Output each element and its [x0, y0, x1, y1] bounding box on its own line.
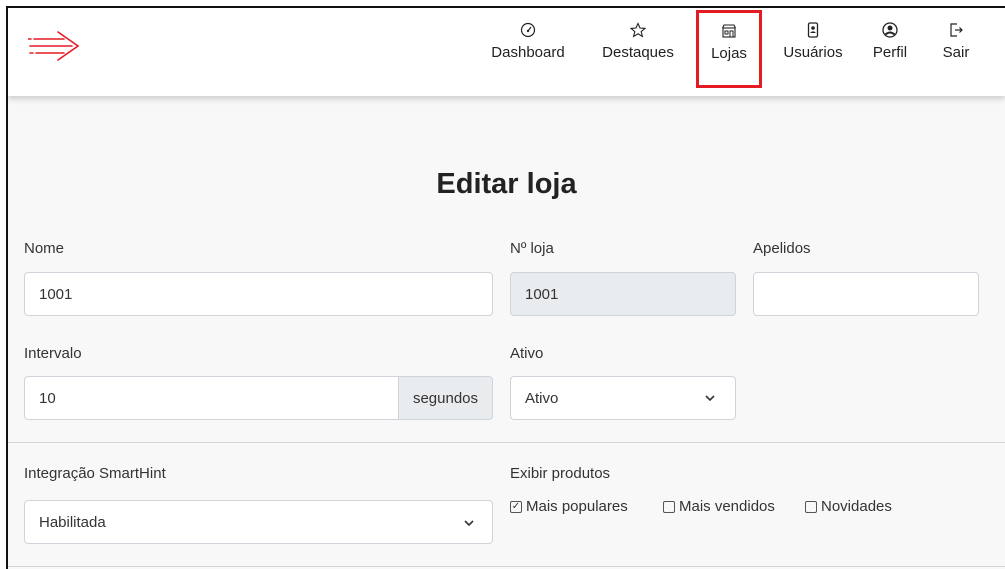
checkbox-checked-icon: ✓	[510, 500, 522, 513]
nav-label: Sair	[942, 44, 970, 61]
app-window: Dashboard Destaques Lojas Usuários Perfi…	[6, 6, 1005, 569]
ativo-select-value: Ativo	[525, 389, 559, 407]
main-content: Editar loja Nome 1001 Nº loja 1001 Apeli…	[8, 96, 1005, 569]
intervalo-label: Intervalo	[24, 345, 82, 362]
nav-destaques[interactable]: Destaques	[598, 22, 678, 62]
chevron-down-icon	[464, 520, 474, 527]
checkbox-mais-vendidos[interactable]: Mais vendidos	[663, 498, 775, 515]
smarthint-select-value: Habilitada	[39, 513, 106, 531]
checkbox-label: Mais vendidos	[679, 498, 775, 515]
numero-loja-label: Nº loja	[510, 240, 554, 257]
smarthint-label: Integração SmartHint	[24, 465, 166, 482]
nav-label: Destaques	[602, 44, 674, 61]
apelidos-input[interactable]	[753, 272, 979, 316]
checkbox-label: Novidades	[821, 498, 892, 515]
gauge-icon	[520, 22, 536, 38]
apelidos-label: Apelidos	[753, 240, 811, 257]
checkbox-mais-populares[interactable]: ✓ Mais populares	[510, 498, 628, 515]
exibir-produtos-label: Exibir produtos	[510, 465, 611, 482]
user-circle-icon	[882, 22, 898, 38]
divider	[8, 442, 1005, 443]
phone-user-icon	[807, 22, 819, 38]
nav-label: Lojas	[711, 45, 747, 62]
nome-input[interactable]: 1001	[24, 272, 493, 316]
intervalo-input[interactable]: 10	[24, 376, 399, 420]
intervalo-suffix: segundos	[398, 376, 493, 420]
logout-icon	[950, 23, 963, 37]
ativo-select[interactable]: Ativo	[510, 376, 736, 420]
nav-lojas[interactable]: Lojas	[696, 10, 762, 88]
ativo-label: Ativo	[510, 345, 544, 362]
nav-label: Usuários	[783, 44, 843, 61]
checkbox-unchecked-icon	[663, 500, 675, 513]
nav-perfil[interactable]: Perfil	[865, 22, 915, 62]
divider	[8, 566, 1005, 567]
smarthint-select[interactable]: Habilitada	[24, 500, 493, 544]
nav-label: Perfil	[872, 44, 908, 61]
numero-loja-input: 1001	[510, 272, 736, 316]
chevron-down-icon	[705, 395, 715, 402]
checkbox-label: Mais populares	[526, 498, 628, 515]
nav-usuarios[interactable]: Usuários	[778, 22, 848, 62]
store-icon	[722, 24, 736, 38]
nav-dashboard[interactable]: Dashboard	[488, 22, 568, 62]
page-title: Editar loja	[436, 168, 577, 200]
top-navbar: Dashboard Destaques Lojas Usuários Perfi…	[8, 8, 1005, 96]
checkbox-novidades[interactable]: Novidades	[805, 498, 892, 515]
nav-sair[interactable]: Sair	[936, 22, 976, 62]
nome-label: Nome	[24, 240, 65, 257]
checkbox-unchecked-icon	[805, 500, 817, 513]
logo-arrow-icon	[28, 31, 80, 61]
star-icon	[630, 22, 646, 38]
nav-label: Dashboard	[491, 44, 565, 61]
